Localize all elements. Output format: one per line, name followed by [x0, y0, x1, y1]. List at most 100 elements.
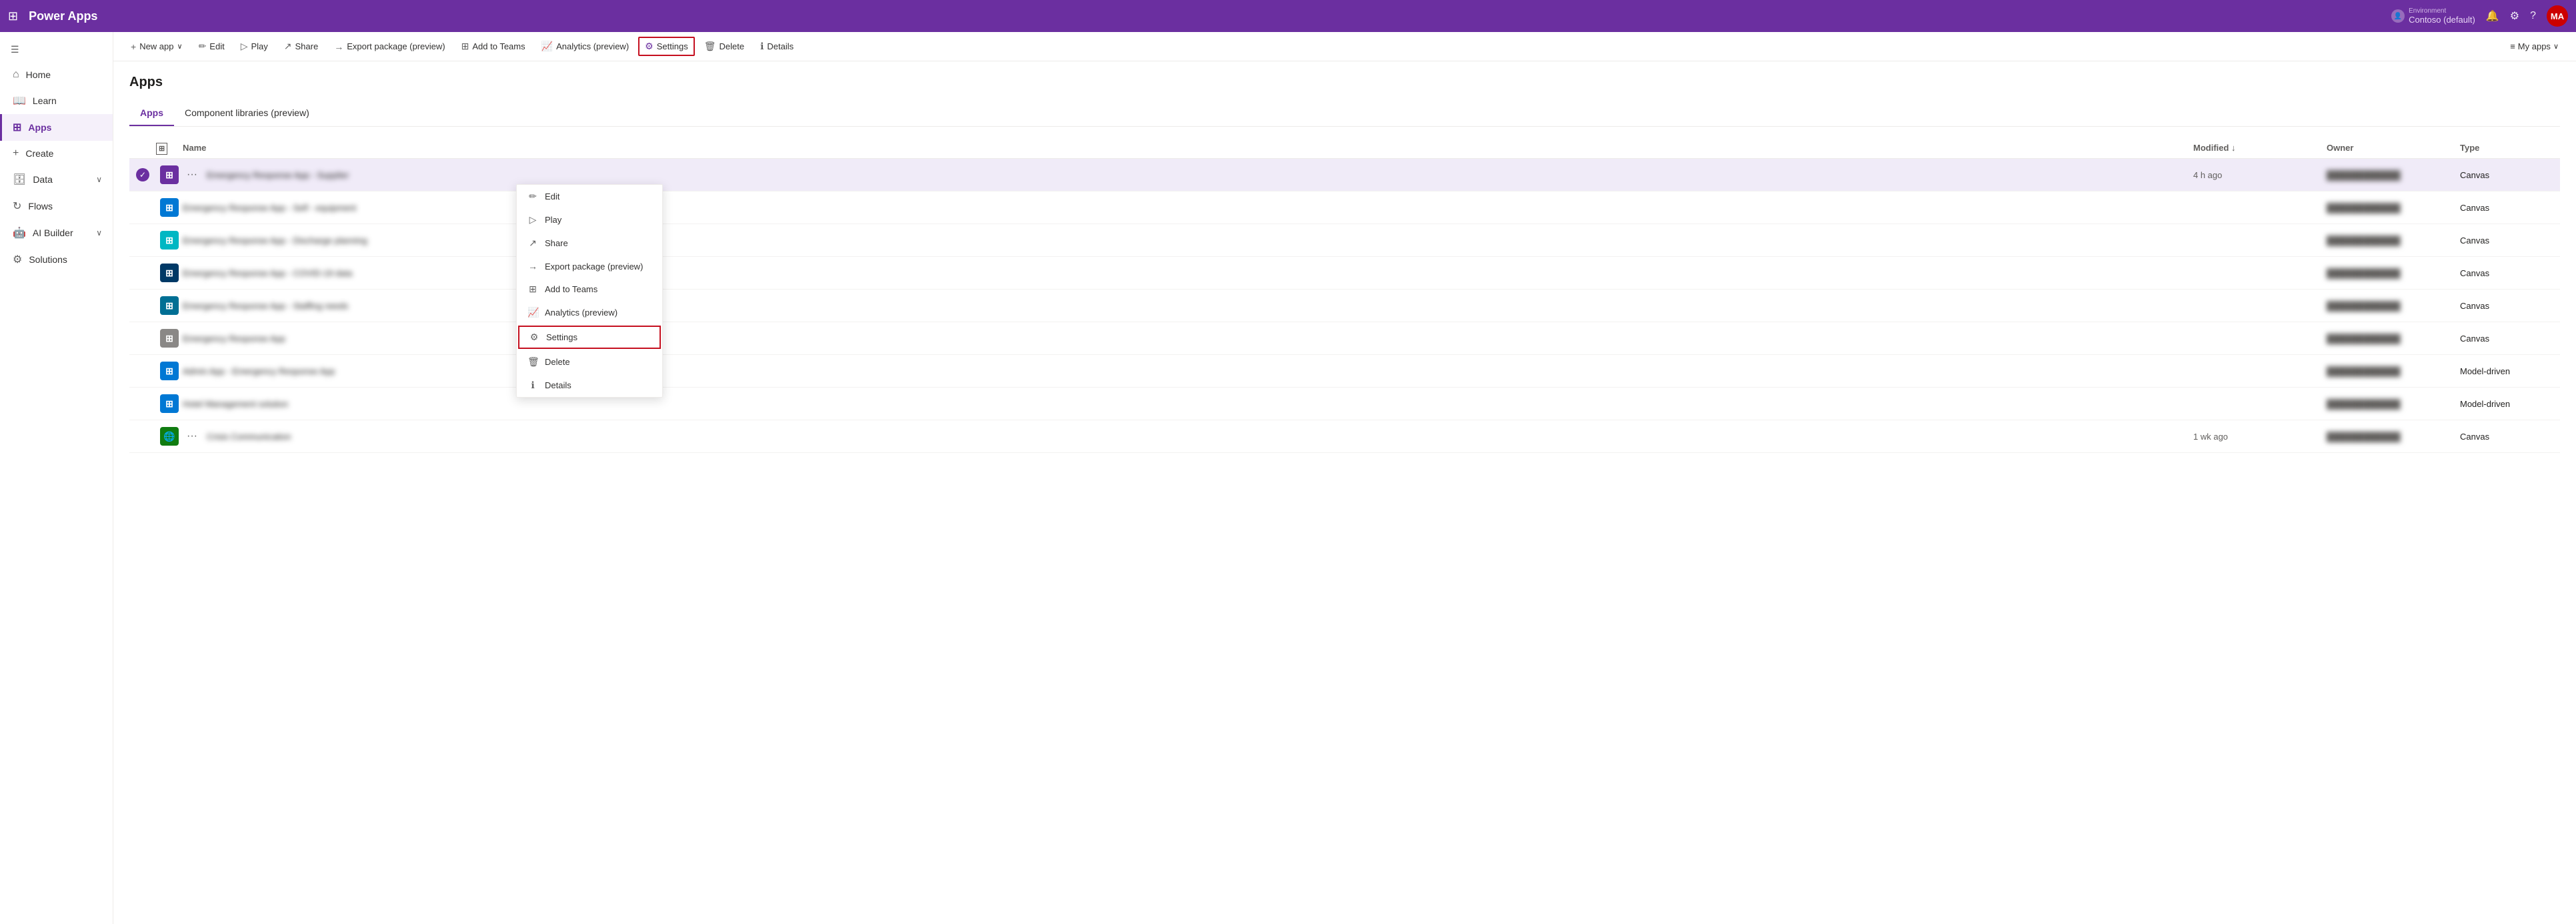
- row-type: Canvas: [2460, 268, 2560, 278]
- help-icon[interactable]: ?: [2530, 10, 2536, 22]
- ctx-details-icon: ℹ: [527, 380, 538, 391]
- table-row[interactable]: ⊞ Admin App - Emergency Response App ███…: [129, 355, 2560, 388]
- ctx-edit[interactable]: ✏ Edit: [517, 185, 662, 208]
- sidebar-collapse-button[interactable]: ☰: [0, 37, 113, 62]
- row-owner: ████████████: [2327, 399, 2460, 409]
- apps-icon: ⊞: [13, 121, 21, 134]
- delete-icon: 🗑: [704, 41, 716, 52]
- my-apps-button[interactable]: ≡ My apps ∨: [2503, 37, 2565, 55]
- table-row[interactable]: 🌐 ··· Crisis Communication 1 wk ago ████…: [129, 420, 2560, 453]
- row-type: Canvas: [2460, 301, 2560, 311]
- sidebar-item-flows[interactable]: ↻ Flows: [0, 193, 113, 219]
- tab-apps[interactable]: Apps: [129, 101, 174, 126]
- details-icon: ℹ: [760, 41, 764, 52]
- sidebar-label-flows: Flows: [28, 201, 53, 211]
- delete-button[interactable]: 🗑 Delete: [698, 37, 751, 56]
- table-row[interactable]: ⊞ Emergency Response App - Self - equipm…: [129, 191, 2560, 224]
- new-app-button[interactable]: + New app ∨: [124, 37, 189, 56]
- sidebar-label-ai-builder: AI Builder: [33, 227, 73, 238]
- ctx-share[interactable]: ↗ Share: [517, 232, 662, 255]
- table-row[interactable]: ⊞ Emergency Response App ████████████ Ca…: [129, 322, 2560, 355]
- row-icon-col: ⊞: [156, 329, 183, 348]
- waffle-icon[interactable]: ⊞: [8, 9, 18, 23]
- page-title: Apps: [129, 75, 2560, 90]
- ctx-teams-icon: ⊞: [527, 284, 538, 295]
- avatar[interactable]: MA: [2547, 5, 2568, 27]
- myapps-icon: ≡: [2510, 41, 2515, 51]
- ctx-export-label: Export package (preview): [545, 262, 643, 272]
- main-content: Apps Apps Component libraries (preview) …: [113, 61, 2576, 924]
- play-button[interactable]: ▷ Play: [234, 37, 275, 56]
- row-app-name: Emergency Response App - Supplier: [207, 170, 354, 180]
- row-icon-col: ⊞: [156, 198, 183, 217]
- ctx-play[interactable]: ▷ Play: [517, 208, 662, 232]
- tabs: Apps Component libraries (preview): [129, 101, 2560, 127]
- row-owner: ████████████: [2327, 301, 2460, 311]
- sidebar-item-solutions[interactable]: ⚙ Solutions: [0, 246, 113, 273]
- row-check: ✓: [129, 168, 156, 181]
- settings-icon[interactable]: ⚙: [2510, 9, 2519, 23]
- sidebar-item-data[interactable]: 🗄 Data ∨: [0, 166, 113, 193]
- layout: ☰ ⌂ Home 📖 Learn ⊞ Apps + Create 🗄 Data …: [0, 32, 2576, 924]
- app-icon: 🌐: [160, 427, 179, 446]
- app-icon: ⊞: [160, 264, 179, 282]
- sidebar-label-solutions: Solutions: [29, 254, 67, 265]
- row-owner: ████████████: [2327, 432, 2460, 442]
- table-row[interactable]: ⊞ Hotel Management solution ████████████…: [129, 388, 2560, 420]
- settings-button[interactable]: ⚙ Settings: [638, 37, 695, 56]
- row-type: Canvas: [2460, 170, 2560, 180]
- sidebar-label-apps: Apps: [28, 122, 51, 133]
- row-dots-button[interactable]: ···: [183, 167, 201, 182]
- ctx-settings[interactable]: ⚙ Settings: [518, 326, 661, 349]
- export-package-button[interactable]: → Export package (preview): [327, 37, 451, 56]
- row-icon-col: 🌐: [156, 427, 183, 446]
- sidebar-label-home: Home: [26, 69, 51, 80]
- edit-button[interactable]: ✏ Edit: [192, 37, 231, 56]
- ctx-analytics[interactable]: 📈 Analytics (preview): [517, 301, 662, 324]
- table-row[interactable]: ⊞ Emergency Response App - COVID-19 data…: [129, 257, 2560, 290]
- data-icon: 🗄: [13, 173, 26, 186]
- ctx-play-icon: ▷: [527, 214, 538, 225]
- row-icon-col: ⊞: [156, 165, 183, 184]
- toolbar: + New app ∨ ✏ Edit ▷ Play ↗ Share → Expo…: [113, 32, 2576, 61]
- notifications-icon[interactable]: 🔔: [2486, 9, 2499, 23]
- new-app-icon: +: [131, 41, 136, 52]
- row-app-name: Emergency Response App - Staffing needs: [183, 301, 353, 311]
- row-app-name: Hotel Management solution: [183, 399, 293, 409]
- analytics-button[interactable]: 📈 Analytics (preview): [535, 37, 636, 56]
- sidebar: ☰ ⌂ Home 📖 Learn ⊞ Apps + Create 🗄 Data …: [0, 32, 113, 924]
- row-dots-button[interactable]: ···: [183, 429, 201, 444]
- col-owner: Owner: [2327, 143, 2460, 153]
- sidebar-item-home[interactable]: ⌂ Home: [0, 62, 113, 87]
- sidebar-item-learn[interactable]: 📖 Learn: [0, 87, 113, 114]
- row-name-cell: Admin App - Emergency Response App: [183, 366, 2193, 376]
- row-icon-col: ⊞: [156, 394, 183, 413]
- app-icon: ⊞: [160, 231, 179, 250]
- edit-icon: ✏: [199, 41, 207, 52]
- ctx-delete[interactable]: 🗑 Delete: [517, 350, 662, 374]
- table-row[interactable]: ✓ ⊞ ··· Emergency Response App - Supplie…: [129, 159, 2560, 191]
- table-row[interactable]: ⊞ Emergency Response App - Discharge pla…: [129, 224, 2560, 257]
- app-title: Power Apps: [29, 9, 97, 23]
- env-text: Environment Contoso (default): [2409, 7, 2475, 25]
- details-button[interactable]: ℹ Details: [754, 37, 800, 56]
- tab-component-libraries[interactable]: Component libraries (preview): [174, 101, 320, 126]
- environment-info: 👤 Environment Contoso (default): [2391, 7, 2475, 25]
- table-row[interactable]: ⊞ Emergency Response App - Staffing need…: [129, 290, 2560, 322]
- sidebar-item-apps[interactable]: ⊞ Apps: [0, 114, 113, 141]
- sidebar-label-data: Data: [33, 174, 53, 185]
- sidebar-item-create[interactable]: + Create: [0, 141, 113, 166]
- row-app-name: Emergency Response App - Self - equipmen…: [183, 203, 361, 213]
- row-name-cell: ··· Emergency Response App - Supplier: [183, 167, 2193, 182]
- add-to-teams-button[interactable]: ⊞ Add to Teams: [455, 37, 532, 56]
- sidebar-item-ai-builder[interactable]: 🤖 AI Builder ∨: [0, 219, 113, 246]
- ctx-details[interactable]: ℹ Details: [517, 374, 662, 397]
- col-name[interactable]: Name: [183, 143, 2193, 153]
- environment-icon: 👤: [2391, 9, 2405, 23]
- ctx-export[interactable]: → Export package (preview): [517, 255, 662, 278]
- app-icon: ⊞: [160, 362, 179, 380]
- ctx-add-to-teams[interactable]: ⊞ Add to Teams: [517, 278, 662, 301]
- share-button[interactable]: ↗ Share: [277, 37, 325, 56]
- row-type: Canvas: [2460, 334, 2560, 344]
- ai-builder-icon: 🤖: [13, 226, 26, 240]
